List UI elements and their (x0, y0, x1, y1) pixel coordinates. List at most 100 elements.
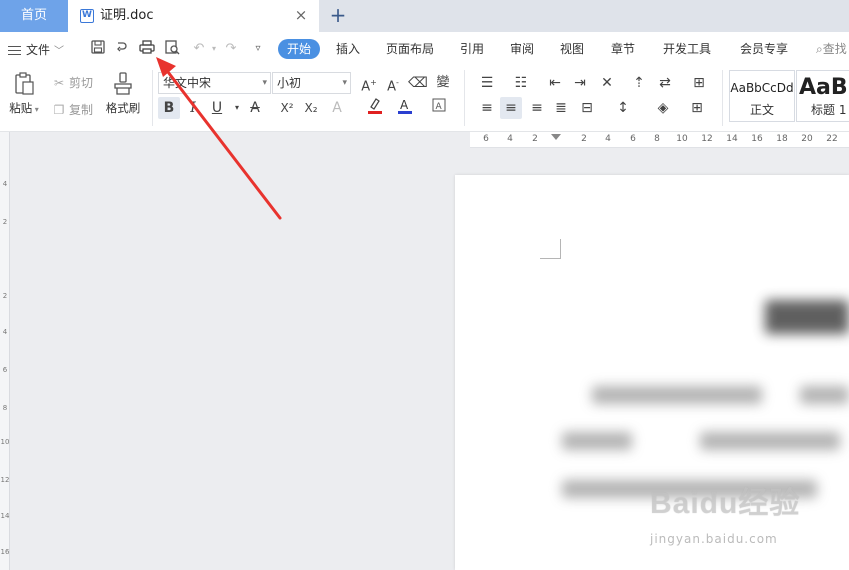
ruler-tick: 12 (0, 476, 10, 484)
ruler-tick: 16 (751, 134, 763, 144)
style-heading-1-label: 标题 1 (811, 103, 847, 117)
ruler-tick: 2 (581, 134, 587, 144)
new-tab-button[interactable]: + (328, 4, 348, 28)
tab-references[interactable]: 引用 (460, 40, 484, 58)
chevron-down-icon: ﹀ (54, 46, 65, 57)
grow-font-button[interactable]: A+ (358, 72, 380, 94)
ruler-tick: 14 (726, 134, 738, 144)
ribbon: 粘贴 ▾ ✂ 剪切 ❐ 复制 格式刷 华文中宋 ▾ 小初 ▾ A+ A- ⌫ 變 B I… (0, 66, 849, 132)
indent-marker-icon[interactable] (551, 134, 561, 148)
ruler-tick: 4 (2, 180, 8, 188)
horizontal-ruler[interactable]: 6 4 2 2 4 6 8 10 12 14 16 18 20 22 (470, 132, 849, 148)
font-size-value: 小初 (277, 76, 302, 90)
bullet-list-icon[interactable]: ☰ (476, 72, 498, 94)
save-icon[interactable] (89, 40, 107, 58)
export-icon[interactable] (113, 40, 131, 58)
strikethrough-button[interactable]: A (244, 97, 266, 119)
ruler-tick: 12 (701, 134, 713, 144)
svg-text:A: A (436, 102, 443, 112)
font-color-button[interactable]: A (394, 97, 416, 119)
search-box[interactable]: ⌕查找 (816, 40, 847, 57)
distributed-align-icon[interactable]: ⊟ (576, 97, 598, 119)
tab-chapter[interactable]: 章节 (611, 40, 635, 58)
customize-toolbar-icon[interactable]: ▿ (249, 40, 267, 58)
undo-dropdown-icon[interactable]: ▾ (205, 40, 223, 58)
borders-icon[interactable]: ⊞ (686, 97, 708, 119)
underline-button[interactable]: U (206, 97, 228, 119)
file-menu[interactable]: 文件 ﹀ (8, 41, 64, 58)
text-direction-icon[interactable]: ⇡ (628, 72, 650, 94)
print-icon[interactable] (138, 40, 156, 58)
margin-corner-mark (560, 239, 561, 259)
clear-format-icon[interactable]: ⌫ (407, 72, 429, 94)
tab-document[interactable]: W 证明.doc × (68, 0, 319, 32)
scissors-icon: ✂ (53, 76, 65, 90)
paste-button[interactable]: 粘贴 ▾ (6, 72, 42, 116)
align-right-icon[interactable]: ≡ (526, 97, 548, 119)
tab-page-layout[interactable]: 页面布局 (386, 40, 434, 58)
blurred-text-line (800, 386, 849, 404)
text-effect-button[interactable]: A (326, 97, 348, 119)
style-heading-1[interactable]: AaBb 标题 1 (796, 70, 849, 122)
ruler-tick: 22 (826, 134, 838, 144)
blurred-text-line (562, 432, 632, 450)
italic-button[interactable]: I (182, 97, 204, 119)
ruler-tick: 4 (507, 134, 513, 144)
phonetic-guide-icon[interactable]: 變 (432, 72, 454, 94)
subscript-button[interactable]: X₂ (300, 97, 322, 119)
shading-icon[interactable]: ◈ (652, 97, 674, 119)
tab-view[interactable]: 视图 (560, 40, 584, 58)
style-normal[interactable]: AaBbCcDd 正文 (729, 70, 795, 122)
ruler-tick: 18 (776, 134, 788, 144)
chinese-layout-icon[interactable]: ✕ (596, 72, 618, 94)
ruler-tick: 6 (630, 134, 636, 144)
copy-button[interactable]: ❐ 复制 (52, 101, 93, 118)
vertical-ruler[interactable]: 4 2 2 4 6 8 10 12 14 16 (0, 132, 10, 570)
align-center-icon[interactable]: ≡ (500, 97, 522, 119)
copy-icon: ❐ (53, 103, 65, 117)
tab-review[interactable]: 审阅 (510, 40, 534, 58)
boxed-a-icon: A (432, 98, 446, 112)
ruler-tick: 8 (2, 404, 8, 412)
align-left-icon[interactable]: ≡ (476, 97, 498, 119)
tab-start[interactable]: 开始 (278, 39, 321, 59)
paste-label: 粘贴 (9, 101, 33, 115)
tab-developer[interactable]: 开发工具 (663, 40, 711, 58)
svg-text:A: A (400, 98, 409, 112)
tab-home[interactable]: 首页 (0, 0, 68, 32)
redo-icon[interactable]: ↷ (222, 40, 240, 58)
highlight-button[interactable] (364, 97, 386, 119)
sort-icon[interactable]: ⇄ (654, 72, 676, 94)
search-label: 查找 (822, 42, 847, 56)
ruler-tick: 8 (654, 134, 660, 144)
ruler-tick: 6 (2, 366, 8, 374)
cut-button[interactable]: ✂ 剪切 (52, 74, 93, 91)
chevron-down-icon: ▾ (342, 78, 347, 88)
increase-indent-icon[interactable]: ⇥ (569, 72, 591, 94)
chevron-down-icon: ▾ (262, 78, 267, 88)
print-preview-icon[interactable] (163, 40, 181, 58)
font-size-select[interactable]: 小初 ▾ (272, 72, 351, 94)
tab-insert[interactable]: 插入 (336, 40, 360, 58)
show-marks-icon[interactable]: ⊞ (688, 72, 710, 94)
ruler-tick: 10 (676, 134, 688, 144)
copy-label: 复制 (69, 103, 94, 117)
superscript-button[interactable]: X² (276, 97, 298, 119)
bold-button[interactable]: B (158, 97, 180, 119)
justify-icon[interactable]: ≣ (550, 97, 572, 119)
style-normal-preview: AaBbCcDd (730, 81, 794, 95)
tab-member[interactable]: 会员专享 (740, 40, 788, 58)
character-border-button[interactable]: A (428, 97, 450, 119)
ruler-tick: 20 (801, 134, 813, 144)
ruler-tick: 2 (2, 292, 8, 300)
shrink-font-button[interactable]: A- (382, 72, 404, 94)
decrease-indent-icon[interactable]: ⇤ (544, 72, 566, 94)
close-icon[interactable]: × (293, 7, 309, 23)
numbered-list-icon[interactable]: ☷ (510, 72, 532, 94)
line-spacing-icon[interactable]: ↕ (612, 97, 634, 119)
menu-bar: 文件 ﹀ ↶ ▾ ↷ ▿ 开始 插入 页面布局 引用 审阅 视图 章节 开发工具 … (0, 32, 849, 66)
ruler-tick: 4 (2, 328, 8, 336)
font-name-select[interactable]: 华文中宋 ▾ (158, 72, 271, 94)
blurred-text-line (700, 432, 840, 450)
format-painter-button[interactable]: 格式刷 (102, 72, 144, 116)
